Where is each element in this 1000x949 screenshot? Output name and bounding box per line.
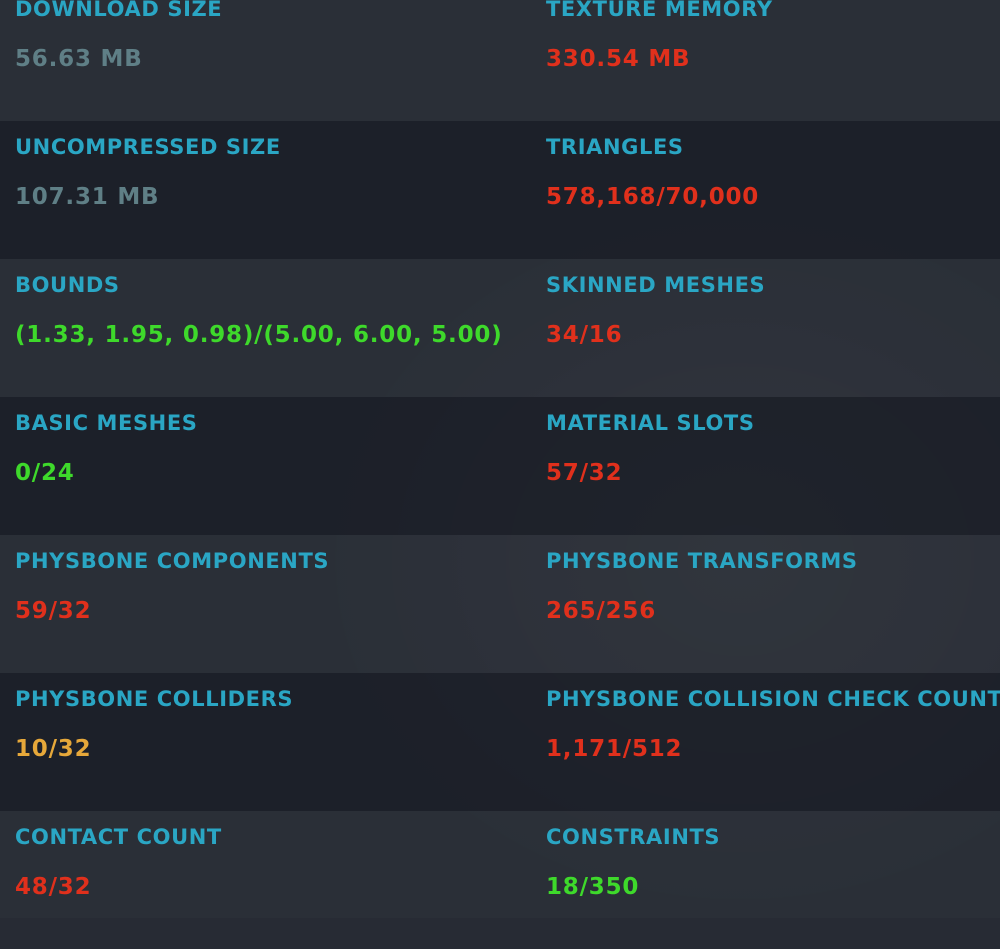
stat-value: 1,171/512 — [546, 736, 683, 762]
stat-texture-memory: TEXTURE MEMORY 330.54 MB — [546, 0, 1000, 121]
stat-row: CONTACT COUNT 48/32 CONSTRAINTS 18/350 — [0, 811, 1000, 949]
stat-physbone-components: PHYSBONE COMPONENTS 59/32 — [15, 535, 530, 673]
stat-row: BASIC MESHES 0/24 MATERIAL SLOTS 57/32 — [0, 397, 1000, 535]
stat-value: 34/16 — [546, 322, 623, 348]
stat-value: 0/24 — [15, 460, 75, 486]
stat-label: SKINNED MESHES — [546, 273, 766, 297]
stat-contact-count: CONTACT COUNT 48/32 — [15, 811, 530, 949]
stat-bounds: BOUNDS (1.33, 1.95, 0.98)/(5.00, 6.00, 5… — [15, 259, 530, 397]
stat-value: 56.63 MB — [15, 46, 143, 72]
stat-value: 578,168/70,000 — [546, 184, 760, 210]
stat-value: 59/32 — [15, 598, 92, 624]
stat-physbone-collision-check-count: PHYSBONE COLLISION CHECK COUNT 1,171/512 — [546, 673, 1000, 811]
stat-label: PHYSBONE COMPONENTS — [15, 549, 330, 573]
stat-physbone-colliders: PHYSBONE COLLIDERS 10/32 — [15, 673, 530, 811]
stat-value: 107.31 MB — [15, 184, 160, 210]
stat-label: UNCOMPRESSED SIZE — [15, 135, 281, 159]
stat-physbone-transforms: PHYSBONE TRANSFORMS 265/256 — [546, 535, 1000, 673]
stat-label: TRIANGLES — [546, 135, 684, 159]
stat-row: UNCOMPRESSED SIZE 107.31 MB TRIANGLES 57… — [0, 121, 1000, 259]
stat-uncompressed-size: UNCOMPRESSED SIZE 107.31 MB — [15, 121, 530, 259]
stat-value: 265/256 — [546, 598, 657, 624]
stat-value: 57/32 — [546, 460, 623, 486]
stat-label: CONTACT COUNT — [15, 825, 222, 849]
stat-value: 330.54 MB — [546, 46, 691, 72]
stat-value: (1.33, 1.95, 0.98)/(5.00, 6.00, 5.00) — [15, 322, 503, 348]
stat-download-size: DOWNLOAD SIZE 56.63 MB — [15, 0, 530, 121]
stat-label: MATERIAL SLOTS — [546, 411, 755, 435]
stat-label: BOUNDS — [15, 273, 120, 297]
stat-label: PHYSBONE COLLISION CHECK COUNT — [546, 687, 1000, 711]
stat-value: 18/350 — [546, 874, 640, 900]
stat-constraints: CONSTRAINTS 18/350 — [546, 811, 1000, 949]
stat-value: 10/32 — [15, 736, 92, 762]
stat-triangles: TRIANGLES 578,168/70,000 — [546, 121, 1000, 259]
stat-row: DOWNLOAD SIZE 56.63 MB TEXTURE MEMORY 33… — [0, 0, 1000, 121]
stat-row: BOUNDS (1.33, 1.95, 0.98)/(5.00, 6.00, 5… — [0, 259, 1000, 397]
stat-row: PHYSBONE COLLIDERS 10/32 PHYSBONE COLLIS… — [0, 673, 1000, 811]
stat-label: CONSTRAINTS — [546, 825, 721, 849]
stat-value: 48/32 — [15, 874, 92, 900]
stat-skinned-meshes: SKINNED MESHES 34/16 — [546, 259, 1000, 397]
stat-label: TEXTURE MEMORY — [546, 0, 773, 21]
stat-label: PHYSBONE TRANSFORMS — [546, 549, 858, 573]
performance-stats-panel: DOWNLOAD SIZE 56.63 MB TEXTURE MEMORY 33… — [0, 0, 1000, 949]
stat-material-slots: MATERIAL SLOTS 57/32 — [546, 397, 1000, 535]
stat-row: PHYSBONE COMPONENTS 59/32 PHYSBONE TRANS… — [0, 535, 1000, 673]
stat-label: DOWNLOAD SIZE — [15, 0, 223, 21]
stat-label: PHYSBONE COLLIDERS — [15, 687, 294, 711]
stat-basic-meshes: BASIC MESHES 0/24 — [15, 397, 530, 535]
stat-label: BASIC MESHES — [15, 411, 198, 435]
